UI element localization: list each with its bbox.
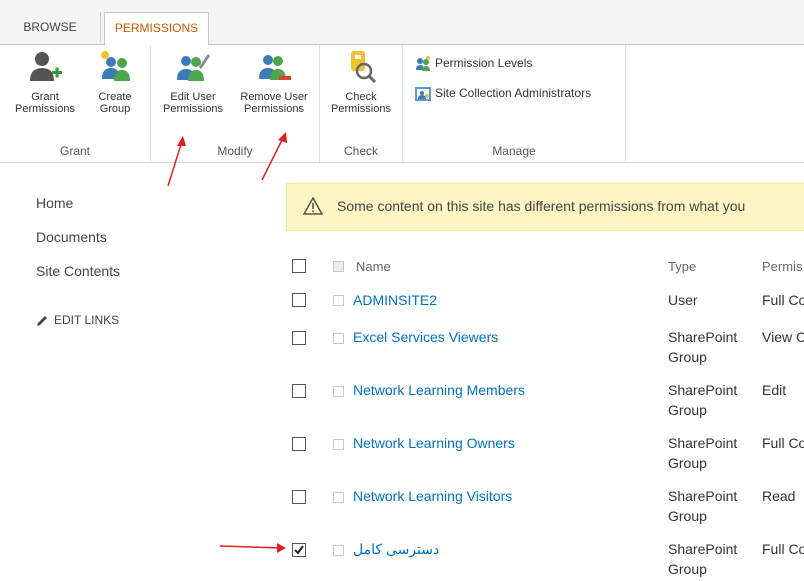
table-row-type-line2: Group [668, 455, 707, 471]
row-checkbox[interactable] [292, 293, 306, 307]
group-title-modify: Modify [217, 144, 253, 158]
ribbon-group-grant: Grant Permissions Create Group Grant [0, 45, 151, 162]
row-checkbox[interactable] [292, 437, 306, 451]
site-collection-administrators-button[interactable]: Site Collection Administrators [415, 83, 591, 103]
remove-user-permissions-icon [259, 55, 291, 80]
row-item-checkbox[interactable] [333, 545, 344, 556]
table-row-type-line2: Group [668, 402, 707, 418]
permission-levels-button[interactable]: Permission Levels [415, 53, 532, 73]
select-all-checkbox[interactable] [292, 259, 306, 273]
group-title-manage: Manage [492, 144, 536, 158]
table-row-type-line2: Group [668, 349, 707, 365]
check-permissions-icon [351, 51, 377, 84]
nav-item-home[interactable]: Home [36, 195, 73, 211]
grant-permissions-button[interactable]: Grant Permissions [14, 49, 76, 115]
table-row-type: SharePoint [668, 329, 738, 345]
table-row-name[interactable]: Network Learning Visitors [353, 486, 512, 506]
annotation-arrow-checked-row [219, 543, 286, 553]
ribbon-group-check: Check Permissions Check [320, 45, 403, 162]
ribbon-tab-bar: BROWSE PERMISSIONS [0, 0, 804, 45]
create-group-label: Create Group [98, 91, 132, 115]
table-row-type: SharePoint [668, 435, 738, 451]
edit-links-button[interactable]: EDIT LINKS [36, 313, 119, 327]
group-title-check: Check [343, 144, 378, 158]
nav-item-site-contents[interactable]: Site Contents [36, 263, 120, 279]
nav-item-documents[interactable]: Documents [36, 229, 107, 245]
table-row-name[interactable]: Network Learning Members [353, 380, 525, 400]
column-header-type[interactable]: Type [668, 259, 696, 274]
row-item-checkbox[interactable] [333, 295, 344, 306]
row-item-checkbox[interactable] [333, 386, 344, 397]
tab-browse[interactable]: BROWSE [0, 12, 101, 42]
table-row-name[interactable]: Excel Services Viewers [353, 327, 498, 347]
pencil-icon [37, 315, 47, 326]
table-row-permission: View C [762, 329, 804, 345]
ribbon: Grant Permissions Create Group Grant Edi… [0, 45, 804, 163]
check-permissions-label: Check Permissions [331, 91, 391, 115]
remove-user-permissions-label: Remove User Permissions [240, 91, 308, 115]
warning-text: Some content on this site has different … [337, 198, 746, 214]
permission-levels-label: Permission Levels [435, 56, 533, 70]
table-row-permission: Edit [762, 382, 787, 398]
site-collection-administrators-label: Site Collection Administrators [435, 86, 592, 100]
edit-links-label: EDIT LINKS [54, 313, 120, 327]
table-row-permission: Full Co [762, 435, 804, 451]
remove-user-permissions-button[interactable]: Remove User Permissions [235, 49, 313, 115]
row-item-checkbox[interactable] [333, 439, 344, 450]
table-row-permission: Full Co [762, 541, 804, 557]
tab-permissions[interactable]: PERMISSIONS [104, 12, 209, 45]
table-row-name[interactable]: ADMINSITE2 [353, 290, 437, 310]
checkmark-icon [294, 545, 304, 555]
table-row-type-line2: Group [668, 508, 707, 524]
permissions-warning-banner: Some content on this site has different … [286, 183, 804, 231]
ribbon-group-manage: Permission Levels Site Collection Admini… [403, 45, 626, 162]
permission-levels-icon [416, 55, 430, 71]
create-group-button[interactable]: Create Group [92, 49, 138, 115]
edit-user-permissions-label: Edit User Permissions [163, 91, 223, 115]
row-item-checkbox[interactable] [333, 333, 344, 344]
table-row-permission: Read [762, 488, 796, 504]
row-checkbox[interactable] [292, 331, 306, 345]
row-checkbox[interactable] [292, 490, 306, 504]
table-row-name[interactable]: Network Learning Owners [353, 433, 515, 453]
grant-permissions-icon [30, 52, 62, 81]
row-checkbox-checked[interactable] [292, 543, 306, 557]
table-row-type-line2: Group [668, 561, 707, 577]
header-item-checkbox[interactable] [333, 261, 344, 272]
ribbon-group-modify: Edit User Permissions Remove User Permis… [151, 45, 320, 162]
check-permissions-button[interactable]: Check Permissions [328, 49, 394, 115]
table-row-type: SharePoint [668, 488, 738, 504]
row-checkbox[interactable] [292, 384, 306, 398]
table-row-type: User [668, 292, 698, 308]
column-header-permissions[interactable]: Permis [762, 259, 802, 274]
table-row-permission: Full Co [762, 292, 804, 308]
site-collection-administrators-icon [415, 86, 431, 101]
warning-icon [303, 197, 323, 215]
table-row-type: SharePoint [668, 541, 738, 557]
column-header-name[interactable]: Name [356, 259, 391, 274]
row-item-checkbox[interactable] [333, 492, 344, 503]
table-row-type: SharePoint [668, 382, 738, 398]
group-title-grant: Grant [59, 144, 90, 158]
table-row-name[interactable]: دسترسی کامل [353, 539, 439, 559]
grant-permissions-label: Grant Permissions [15, 91, 75, 115]
create-group-icon [101, 51, 130, 81]
edit-user-permissions-button[interactable]: Edit User Permissions [157, 49, 229, 115]
edit-user-permissions-icon [177, 54, 210, 81]
